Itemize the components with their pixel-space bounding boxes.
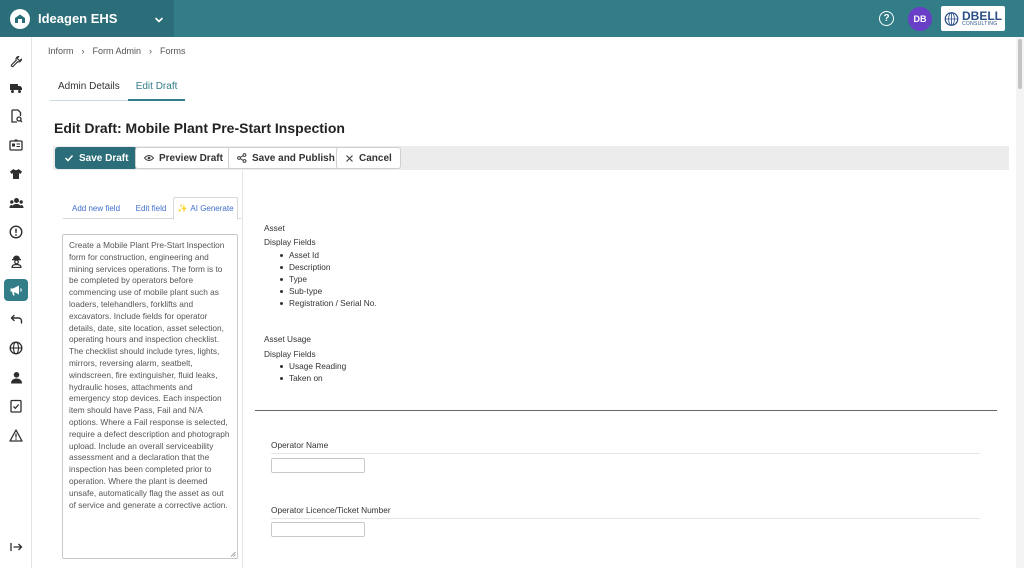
megaphone-icon[interactable]: [4, 279, 28, 301]
document-search-icon[interactable]: [4, 105, 28, 127]
ideagen-logo-icon: [10, 8, 30, 29]
app-name: Ideagen EHS: [38, 11, 118, 26]
list-item: Sub-type: [280, 285, 377, 297]
operator-name-label: Operator Name: [271, 440, 329, 450]
chevron-right-icon: ›: [149, 46, 153, 56]
field-separator: [271, 453, 980, 454]
list-item: Taken on: [280, 372, 346, 384]
group-icon[interactable]: [4, 192, 28, 214]
eye-icon: [144, 155, 154, 161]
tab-edit-draft[interactable]: Edit Draft: [127, 78, 186, 101]
list-item: Usage Reading: [280, 360, 346, 372]
tab-bar: Admin Details Edit Draft: [50, 78, 186, 101]
preview-draft-button[interactable]: Preview Draft: [135, 147, 232, 169]
wrench-icon[interactable]: [4, 50, 28, 72]
person-icon[interactable]: [4, 366, 28, 388]
share-icon: [237, 153, 247, 163]
tab-edit-field[interactable]: Edit field: [129, 197, 173, 219]
shirt-icon[interactable]: [4, 163, 28, 185]
undo-icon[interactable]: [4, 308, 28, 330]
cancel-label: Cancel: [359, 152, 392, 164]
tab-add-new-field[interactable]: Add new field: [63, 197, 129, 219]
operator-licence-input[interactable]: [271, 522, 365, 537]
company-logo-sub: CONSULTING: [962, 21, 998, 27]
section-divider: [255, 410, 997, 411]
ai-prompt-text: Create a Mobile Plant Pre-Start Inspecti…: [69, 240, 230, 510]
cancel-button[interactable]: Cancel: [336, 147, 401, 169]
operator-name-input[interactable]: [271, 458, 365, 473]
resize-handle-icon[interactable]: [230, 551, 236, 557]
close-icon: [346, 154, 353, 162]
sparkle-icon: ✨: [177, 204, 188, 213]
toolbar: Save Draft Preview Draft Save and Publis…: [53, 146, 1009, 170]
ai-generate-label: AI Generate: [190, 204, 234, 213]
app-switcher[interactable]: Ideagen EHS: [0, 0, 174, 37]
id-card-icon[interactable]: [4, 134, 28, 156]
breadcrumb-form-admin[interactable]: Form Admin: [93, 46, 142, 56]
list-item: Type: [280, 273, 377, 285]
save-draft-label: Save Draft: [79, 152, 129, 164]
list-item: Asset Id: [280, 249, 377, 261]
field-separator: [271, 518, 980, 519]
page-scrollbar[interactable]: [1016, 37, 1024, 568]
operator-licence-label: Operator Licence/Ticket Number: [271, 505, 391, 515]
user-avatar[interactable]: DB: [908, 7, 932, 31]
sidebar: [0, 37, 32, 568]
scrollbar-thumb[interactable]: [1018, 39, 1022, 89]
chevron-right-icon: ›: [81, 46, 85, 56]
company-globe-icon: [944, 11, 959, 26]
help-icon[interactable]: ?: [879, 11, 894, 26]
chevron-down-icon[interactable]: [154, 12, 164, 30]
tab-ai-generate[interactable]: ✨ AI Generate: [173, 197, 238, 220]
tab-admin-details[interactable]: Admin Details: [50, 78, 128, 101]
warning-icon[interactable]: [4, 424, 28, 446]
worker-icon[interactable]: [4, 250, 28, 272]
field-editor-tabs: Add new field Edit field ✨ AI Generate: [63, 197, 241, 220]
save-draft-button[interactable]: Save Draft: [55, 147, 138, 169]
breadcrumb-forms[interactable]: Forms: [160, 46, 186, 56]
asset-section-title: Asset: [264, 223, 285, 233]
asset-display-fields-list: Asset Id Description Type Sub-type Regis…: [280, 249, 377, 309]
list-item: Registration / Serial No.: [280, 297, 377, 309]
asset-usage-display-fields-list: Usage Reading Taken on: [280, 360, 346, 384]
asset-display-fields-label: Display Fields: [264, 237, 316, 247]
ai-prompt-textarea[interactable]: Create a Mobile Plant Pre-Start Inspecti…: [62, 234, 238, 559]
form-preview: Asset Display Fields Asset Id Descriptio…: [255, 171, 1010, 568]
top-bar: Ideagen EHS ? DB DBELL CONSULTING: [0, 0, 1024, 37]
list-item: Description: [280, 261, 377, 273]
field-editor-pane: Add new field Edit field ✨ AI Generate C…: [53, 171, 243, 568]
breadcrumb: Inform › Form Admin › Forms: [48, 46, 186, 56]
check-icon: [64, 154, 74, 162]
save-and-publish-label: Save and Publish: [252, 152, 335, 164]
globe-icon[interactable]: [4, 337, 28, 359]
breadcrumb-inform[interactable]: Inform: [48, 46, 74, 56]
asset-usage-display-fields-label: Display Fields: [264, 349, 316, 359]
collapse-icon[interactable]: [4, 536, 28, 558]
checklist-icon[interactable]: [4, 395, 28, 417]
page-title: Edit Draft: Mobile Plant Pre-Start Inspe…: [54, 120, 345, 136]
asset-usage-section-title: Asset Usage: [264, 334, 312, 344]
truck-icon[interactable]: [4, 77, 28, 99]
save-and-publish-button[interactable]: Save and Publish: [228, 147, 344, 169]
preview-draft-label: Preview Draft: [159, 152, 223, 164]
alert-circle-icon[interactable]: [4, 221, 28, 243]
company-logo: DBELL CONSULTING: [941, 6, 1005, 31]
